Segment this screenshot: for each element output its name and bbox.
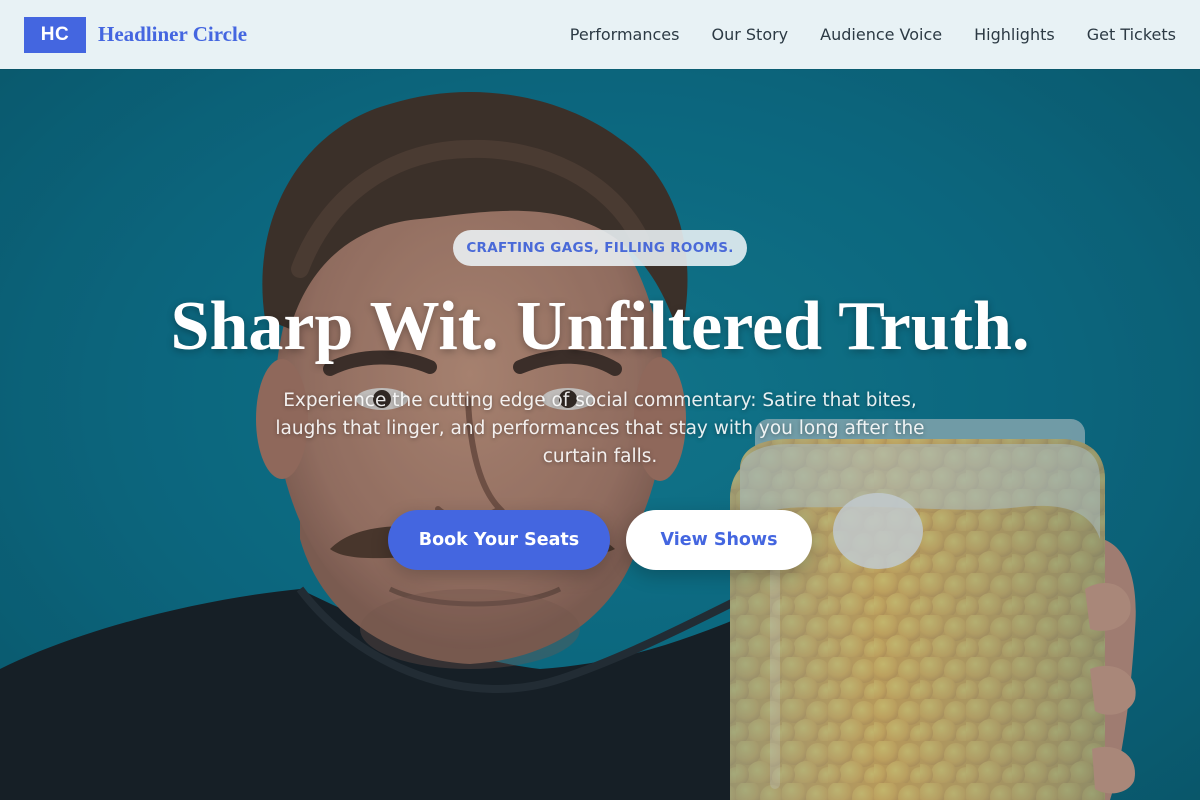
nav-performances[interactable]: Performances bbox=[570, 25, 680, 44]
nav-highlights[interactable]: Highlights bbox=[974, 25, 1055, 44]
hero-content: CRAFTING GAGS, FILLING ROOMS. Sharp Wit.… bbox=[0, 69, 1200, 800]
brand-name[interactable]: Headliner Circle bbox=[98, 22, 247, 47]
hero-subtitle: Experience the cutting edge of social co… bbox=[275, 390, 925, 467]
nav-audience-voice[interactable]: Audience Voice bbox=[820, 25, 942, 44]
book-your-seats-button[interactable]: Book Your Seats bbox=[388, 510, 610, 570]
view-shows-button[interactable]: View Shows bbox=[626, 510, 812, 570]
nav-our-story[interactable]: Our Story bbox=[711, 25, 788, 44]
main-nav: Performances Our Story Audience Voice Hi… bbox=[570, 25, 1176, 44]
logo-badge[interactable]: HC bbox=[24, 16, 86, 53]
hero-section: CRAFTING GAGS, FILLING ROOMS. Sharp Wit.… bbox=[0, 69, 1200, 800]
nav-get-tickets[interactable]: Get Tickets bbox=[1087, 25, 1176, 44]
hero-tagline-badge: CRAFTING GAGS, FILLING ROOMS. bbox=[453, 230, 747, 266]
hero-title: Sharp Wit. Unfiltered Truth. bbox=[170, 288, 1030, 365]
site-header: HC Headliner Circle Performances Our Sto… bbox=[0, 0, 1200, 69]
